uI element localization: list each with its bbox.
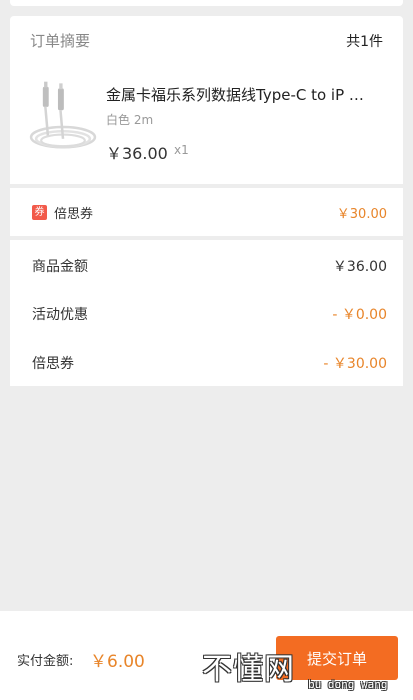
promotion-discount-row: 活动优惠 - ￥0.00 [32, 304, 387, 324]
amount-breakdown-card: 商品金额 ￥36.00 活动优惠 - ￥0.00 倍思券 - ￥30.00 [10, 240, 403, 386]
order-summary-header: 订单摘要 共1件 [30, 30, 383, 51]
product-image[interactable] [24, 80, 102, 164]
product-price: ￥36.00 [106, 144, 168, 163]
product-quantity: x1 [174, 143, 189, 157]
coupon-discount-value: - ￥30.00 [323, 356, 387, 372]
pay-amount-value: ￥6.00 [90, 652, 145, 672]
submit-order-button[interactable]: 提交订单 [276, 636, 398, 680]
goods-amount-label: 商品金额 [32, 259, 88, 275]
coupon-value: ￥30.00 [336, 206, 387, 222]
pay-amount-label: 实付金额: [17, 654, 74, 669]
product-spec: 白色 2m [106, 113, 154, 127]
product-name[interactable]: 金属卡福乐系列数据线Type-C to iP … [106, 84, 376, 105]
order-summary-title: 订单摘要 [30, 32, 91, 50]
promotion-discount-label: 活动优惠 [32, 307, 88, 323]
item-count: 共1件 [346, 33, 383, 50]
goods-amount-value: ￥36.00 [332, 259, 387, 275]
goods-amount-row: 商品金额 ￥36.00 [32, 256, 387, 276]
coupon-discount-label: 倍思券 [32, 356, 74, 372]
coupon-row[interactable]: 券 倍思券 ￥30.00 [10, 188, 403, 236]
coupon-icon: 券 [32, 204, 47, 220]
coupon-label: 倍思券 [54, 206, 94, 222]
coupon-discount-row: 倍思券 - ￥30.00 [32, 353, 387, 373]
promotion-discount-value: - ￥0.00 [332, 307, 387, 323]
previous-card-edge [10, 0, 403, 6]
